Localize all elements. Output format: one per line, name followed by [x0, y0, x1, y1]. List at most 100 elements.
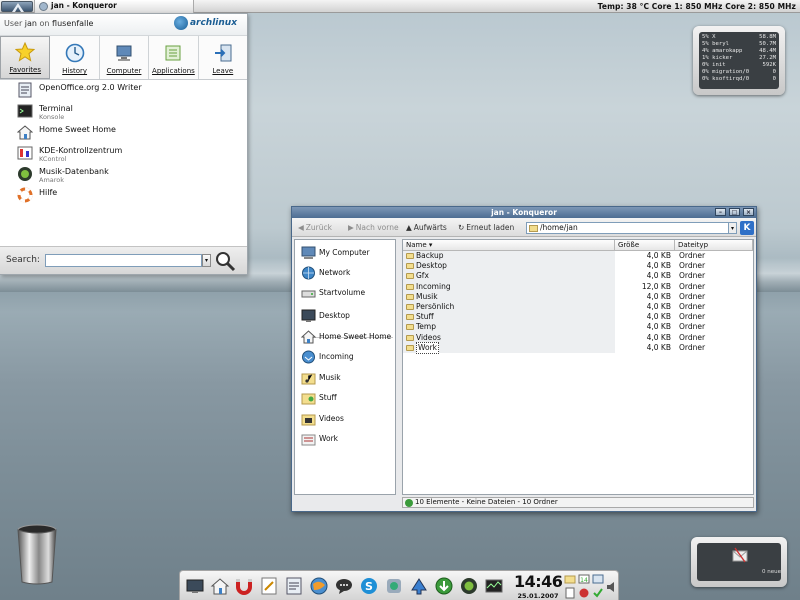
list-item[interactable]: KDE-Kontrollzentrum KControl	[0, 145, 247, 166]
file-type: Ordner	[679, 301, 706, 311]
close-button[interactable]: ×	[743, 208, 754, 216]
file-name: Work	[416, 341, 439, 354]
sidebar-item-my-computer[interactable]: My Computer	[295, 244, 395, 262]
table-row[interactable]: Stuff 4,0 KB Ordner	[403, 312, 753, 323]
file-type: Ordner	[679, 271, 706, 281]
maximize-button[interactable]: □	[729, 208, 740, 216]
tab-label: Leave	[212, 67, 234, 75]
tab-history[interactable]: History	[50, 36, 100, 79]
tab-computer[interactable]: Computer	[100, 36, 150, 79]
user-name: jan	[24, 19, 37, 28]
calendar-tray-icon[interactable]: 14	[578, 574, 590, 584]
amarok-icon[interactable]	[459, 576, 479, 596]
file-size: 4,0 KB	[646, 342, 671, 352]
volume-tray-icon[interactable]	[606, 580, 616, 594]
taskbar-button-konqueror[interactable]: jan - Konqueror	[34, 0, 194, 13]
clock-date: 25.01.2007	[517, 592, 559, 600]
table-row[interactable]: Videos 4,0 KB Ordner	[403, 332, 753, 343]
chat-icon[interactable]	[334, 576, 354, 596]
column-header-type[interactable]: Dateityp	[675, 240, 753, 250]
system-monitor-icon[interactable]	[484, 576, 504, 596]
table-row[interactable]: Incoming 12,0 KB Ordner	[403, 281, 753, 292]
folder-tray-icon[interactable]	[564, 574, 576, 584]
list-item[interactable]: Terminal Konsole	[0, 103, 247, 124]
item-sub: Amarok	[39, 176, 65, 184]
list-item[interactable]: Musik-Datenbank Amarok	[0, 166, 247, 187]
list-item[interactable]: Hilfe	[0, 187, 247, 208]
magnet-icon[interactable]	[234, 576, 254, 596]
folder-icon	[406, 334, 414, 341]
table-row[interactable]: Backup 4,0 KB Ordner	[403, 251, 753, 262]
folder-icon	[406, 283, 414, 290]
list-item[interactable]: Home Sweet Home	[0, 124, 247, 145]
forward-button[interactable]: ▶ Nach vorne	[348, 221, 399, 234]
k-menu-button[interactable]	[1, 1, 33, 12]
mail-notifier-widget[interactable]: 0 neue	[691, 537, 787, 587]
minimize-button[interactable]: –	[715, 208, 726, 216]
home-icon[interactable]	[210, 576, 230, 596]
file-size: 4,0 KB	[646, 322, 671, 332]
column-header-size[interactable]: Größe	[615, 240, 675, 250]
up-button[interactable]: ▲ Aufwärts	[406, 221, 447, 234]
table-row[interactable]: Persönlich 4,0 KB Ordner	[403, 301, 753, 313]
location-field[interactable]: /home/jan	[526, 222, 737, 234]
sidebar-item-home[interactable]: Home Sweet Home	[295, 328, 395, 346]
search-magnifier-icon[interactable]	[214, 250, 236, 272]
konqueror-toolbar: ◀ Zurück ▶ Nach vorne ▲ Aufwärts ↻ Erneut la…	[292, 218, 756, 237]
skype-icon[interactable]: S	[359, 576, 379, 596]
back-label: Zurück	[305, 223, 332, 232]
table-row[interactable]: Gfx 4,0 KB Ordner	[403, 271, 753, 282]
home-icon	[301, 330, 316, 344]
column-header-name[interactable]: Name ▾	[403, 240, 615, 250]
sidebar-item-network[interactable]: Network	[295, 264, 395, 282]
reload-button[interactable]: ↻ Erneut laden	[458, 221, 514, 234]
search-dropdown-button[interactable]: ▾	[202, 254, 211, 267]
sidebar-item-desktop[interactable]: Desktop	[295, 307, 395, 325]
clock-time[interactable]: 14:46	[514, 572, 563, 591]
ktorrent-icon[interactable]	[409, 576, 429, 596]
search-input[interactable]	[45, 254, 202, 267]
sidebar-item-work[interactable]: Work	[295, 430, 395, 448]
usb-tray-icon[interactable]	[578, 587, 590, 599]
file-type: Ordner	[679, 312, 706, 322]
sidebar-item-startvolume[interactable]: Startvolume	[295, 284, 395, 302]
folder-icon	[406, 344, 414, 351]
video-folder-icon	[301, 414, 316, 426]
desktop-icon[interactable]	[185, 576, 205, 596]
network-tray-icon[interactable]	[592, 574, 604, 584]
search-label: Search:	[6, 255, 40, 265]
sidebar-item-incoming[interactable]: Incoming	[295, 348, 395, 366]
kopete-icon[interactable]	[384, 576, 404, 596]
file-name: Backup	[416, 251, 444, 261]
downloader-icon[interactable]	[434, 576, 454, 596]
star-icon	[15, 42, 36, 62]
konqueror-window: jan - Konqueror – □ × ◀ Zurück ▶ Nach vorn…	[291, 206, 757, 512]
sidebar-item-stuff[interactable]: Stuff	[295, 389, 395, 407]
back-button[interactable]: ◀ Zurück	[298, 221, 332, 234]
process-row: 0% ksoftirqd/0 0	[702, 76, 776, 82]
web-browser-icon[interactable]	[309, 576, 329, 596]
table-row[interactable]: Desktop 4,0 KB Ordner	[403, 261, 753, 272]
location-dropdown-button[interactable]: ▾	[728, 222, 737, 234]
writer-icon[interactable]	[284, 576, 304, 596]
window-titlebar[interactable]: jan - Konqueror – □ ×	[292, 207, 756, 218]
paste-tray-icon[interactable]	[564, 587, 576, 599]
file-name-cell: Backup	[403, 251, 615, 262]
file-list-header: Name ▾ Größe Dateityp	[403, 240, 753, 251]
check-tray-icon[interactable]	[592, 587, 604, 599]
trash-can-icon[interactable]	[16, 524, 58, 586]
table-row[interactable]: Temp 4,0 KB Ordner	[403, 322, 753, 333]
list-item[interactable]: OpenOffice.org 2.0 Writer	[0, 82, 247, 103]
tab-leave[interactable]: Leave	[199, 36, 247, 79]
tab-applications[interactable]: Applications	[149, 36, 199, 79]
network-globe-icon	[302, 266, 315, 280]
table-row[interactable]: Work 4,0 KB Ordner	[403, 341, 753, 354]
table-row[interactable]: Musik 4,0 KB Ordner	[403, 291, 753, 302]
sidebar-item-videos[interactable]: Videos	[295, 410, 395, 428]
tab-favorites[interactable]: Favorites	[0, 36, 51, 79]
svg-text:14: 14	[580, 577, 588, 584]
text-editor-icon[interactable]	[259, 576, 279, 596]
tab-label: Computer	[106, 67, 142, 75]
sidebar-item-musik[interactable]: Musik	[295, 369, 395, 387]
control-center-icon	[17, 145, 33, 161]
